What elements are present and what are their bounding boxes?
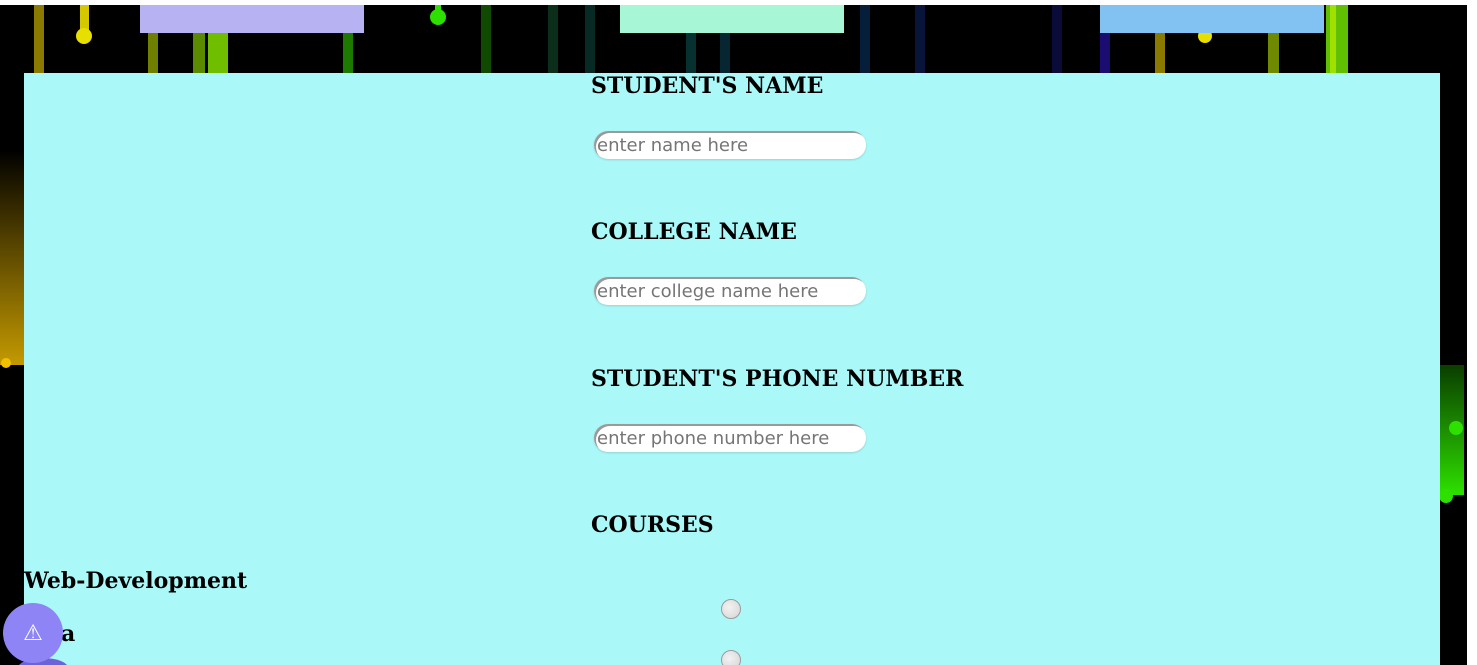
courses-heading: COURSES	[591, 512, 714, 538]
warning-icon: ⚠	[23, 620, 43, 646]
college-name-input[interactable]	[594, 277, 866, 305]
top-bar-mint	[620, 5, 844, 33]
course-radio-a[interactable]	[721, 650, 741, 665]
window-edge	[1467, 0, 1477, 665]
top-bar-blue	[1100, 5, 1324, 33]
course-radio-web-development[interactable]	[721, 599, 741, 619]
registration-form: STUDENT'S NAME COLLEGE NAME STUDENT'S PH…	[24, 73, 1440, 665]
alert-fab-button[interactable]: ⚠	[3, 603, 63, 663]
student-name-input[interactable]	[594, 131, 866, 159]
phone-number-label: STUDENT'S PHONE NUMBER	[591, 366, 964, 392]
phone-number-input[interactable]	[594, 424, 866, 452]
course-label-a: a	[61, 621, 76, 647]
course-label-web-development: Web-Development	[24, 568, 248, 594]
student-name-label: STUDENT'S NAME	[591, 73, 824, 99]
college-name-label: COLLEGE NAME	[591, 219, 797, 245]
top-bar-purple	[140, 5, 364, 33]
